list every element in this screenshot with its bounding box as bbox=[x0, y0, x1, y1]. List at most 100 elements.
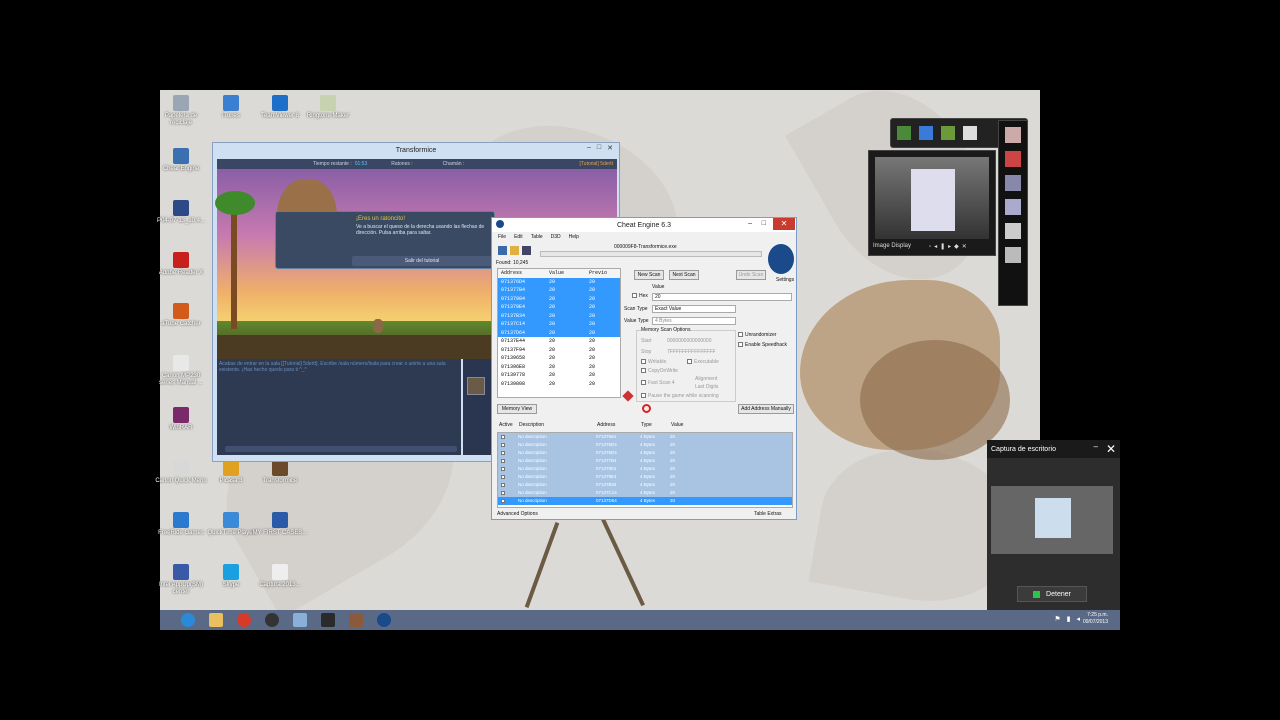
col-value[interactable]: Value bbox=[549, 269, 589, 278]
taskbar-transformice[interactable] bbox=[342, 610, 370, 630]
lastdigits-radio[interactable]: Last Digits bbox=[695, 384, 718, 390]
address-row[interactable]: No description 07137C14 4 Bytes 20 bbox=[498, 489, 792, 497]
scan-type-select[interactable]: Exact Value bbox=[652, 305, 736, 313]
ce-logo[interactable] bbox=[768, 244, 794, 274]
flag-icon[interactable]: ⚑ bbox=[1054, 615, 1060, 623]
active-checkbox[interactable] bbox=[498, 481, 518, 489]
active-checkbox[interactable] bbox=[498, 465, 518, 473]
desktop-icon[interactable]: FreeRide Games bbox=[153, 512, 209, 537]
taskbar-app[interactable] bbox=[286, 610, 314, 630]
address-row[interactable]: No description 07137D64 4 Bytes 20 bbox=[498, 497, 792, 505]
scan-result-row[interactable]: 07137E44 20 20 bbox=[498, 337, 620, 346]
gadget-icon[interactable] bbox=[963, 126, 977, 140]
scan-result-row[interactable]: 07137B34 20 20 bbox=[498, 311, 620, 320]
transformice-titlebar[interactable]: Transformice – □ ✕ bbox=[213, 143, 619, 157]
scan-result-row[interactable]: 071376D4 20 20 bbox=[498, 277, 620, 286]
capture-titlebar[interactable]: Captura de escritorio – ✕ bbox=[987, 440, 1120, 458]
desktop-icon[interactable]: MY FIRST CASES... bbox=[252, 512, 308, 537]
gadget-icon[interactable] bbox=[941, 126, 955, 140]
active-checkbox[interactable] bbox=[498, 457, 518, 465]
address-row[interactable]: No description 07137904 4 Bytes 20 bbox=[498, 465, 792, 473]
col-address[interactable]: Address bbox=[501, 269, 549, 278]
minimize-button[interactable]: – bbox=[587, 144, 591, 152]
desktop-capture-window[interactable]: Captura de escritorio – ✕ Detener bbox=[987, 440, 1120, 610]
menu-item[interactable]: Help bbox=[569, 234, 579, 240]
next-scan-button[interactable]: Next Scan bbox=[669, 270, 699, 280]
col-type[interactable]: Type bbox=[641, 421, 671, 430]
active-checkbox[interactable] bbox=[498, 441, 518, 449]
desktop-icon[interactable]: iTunes bbox=[203, 95, 259, 120]
active-checkbox[interactable] bbox=[498, 497, 518, 505]
col-previous[interactable]: Previo bbox=[589, 269, 607, 278]
address-row[interactable]: No description 071376D4 4 Bytes 20 bbox=[498, 449, 792, 457]
executable-checkbox[interactable]: Executable bbox=[687, 359, 719, 365]
stop-input[interactable]: 7FFFFFFFFFFFFFFF bbox=[667, 349, 716, 355]
menu-item[interactable]: File bbox=[498, 234, 506, 240]
active-checkbox[interactable] bbox=[498, 489, 518, 497]
unrandomizer-checkbox[interactable]: Unrandomizer bbox=[738, 332, 776, 338]
scan-result-row[interactable]: 07139808 20 20 bbox=[498, 380, 620, 389]
close-button[interactable]: ✕ bbox=[773, 218, 795, 230]
desktop-icon[interactable]: Captura 2013... bbox=[252, 564, 308, 589]
taskbar-explorer[interactable] bbox=[202, 610, 230, 630]
active-checkbox[interactable] bbox=[498, 473, 518, 481]
writable-checkbox[interactable]: Writable bbox=[641, 359, 666, 365]
gadget-icon[interactable] bbox=[1005, 127, 1021, 143]
exit-tutorial-button[interactable]: Salir del tutorial bbox=[352, 256, 492, 266]
scan-result-row[interactable]: 071379E4 20 20 bbox=[498, 303, 620, 312]
gadget-icon[interactable] bbox=[1005, 247, 1021, 263]
desktop-icon[interactable]: P04-07-13_10.4... bbox=[153, 200, 209, 225]
maximize-button[interactable]: □ bbox=[597, 144, 601, 152]
close-button[interactable]: ✕ bbox=[607, 144, 613, 152]
new-scan-button[interactable]: New Scan bbox=[634, 270, 664, 280]
scan-results-list[interactable]: Address Value Previo 071376D4 20 20 071377B… bbox=[497, 268, 621, 398]
capture-minimize-button[interactable]: – bbox=[1094, 442, 1098, 451]
desktop-icon[interactable]: Adobe Reader X bbox=[153, 252, 209, 277]
scan-result-row[interactable]: 07137D64 20 20 bbox=[498, 328, 620, 337]
col-description[interactable]: Description bbox=[519, 421, 597, 430]
desktop-icon[interactable]: Picasa 3 bbox=[203, 460, 259, 485]
taskbar-app[interactable] bbox=[258, 610, 286, 630]
taskbar-cheat-engine[interactable] bbox=[370, 610, 398, 630]
address-list[interactable]: No description 07137664 4 Bytes 20 No descri… bbox=[497, 432, 793, 508]
scan-result-row[interactable]: 071396E8 20 20 bbox=[498, 363, 620, 372]
save-icon[interactable] bbox=[522, 246, 531, 255]
table-extras-link[interactable]: Table Extras bbox=[754, 511, 782, 517]
scan-result-row[interactable]: 07139658 20 20 bbox=[498, 354, 620, 363]
scan-result-row[interactable]: 071377B4 20 20 bbox=[498, 286, 620, 295]
undo-scan-button[interactable]: Undo Scan bbox=[736, 270, 766, 280]
settings-link[interactable]: Settings bbox=[776, 277, 794, 283]
desktop-icon[interactable]: Intel AppUp(SM) center bbox=[153, 564, 209, 596]
value-type-select[interactable]: 4 Bytes bbox=[652, 317, 736, 325]
speedhack-checkbox[interactable]: Enable Speedhack bbox=[738, 342, 787, 348]
minimize-button[interactable]: – bbox=[748, 220, 752, 227]
taskbar-chrome[interactable] bbox=[230, 610, 258, 630]
scan-result-row[interactable]: 07137C14 20 20 bbox=[498, 320, 620, 329]
desktop-icon[interactable]: QuickTime Player bbox=[203, 512, 259, 537]
volume-icon[interactable]: ◂ bbox=[1076, 615, 1080, 623]
start-input[interactable]: 0000000000000000 bbox=[667, 338, 712, 344]
fastscan-checkbox[interactable]: Fast Scan 4 bbox=[641, 380, 675, 386]
desktop-icon[interactable]: Canon MP230 series Manual ... bbox=[153, 355, 209, 387]
desktop-icon[interactable]: Skype bbox=[203, 564, 259, 589]
desktop-icon[interactable]: Ringtone Maker bbox=[300, 95, 356, 120]
chat-input[interactable] bbox=[225, 446, 457, 452]
scan-result-row[interactable]: 07137F94 20 20 bbox=[498, 346, 620, 355]
open-file-icon[interactable] bbox=[510, 246, 519, 255]
gadget-icon[interactable] bbox=[1005, 151, 1021, 167]
active-checkbox[interactable] bbox=[498, 433, 518, 441]
copyonwrite-checkbox[interactable]: CopyOnWrite bbox=[641, 368, 678, 374]
pointer-scan-icon[interactable] bbox=[622, 390, 634, 402]
cheat-engine-window[interactable]: Cheat Engine 6.3 – □ ✕ File Edit Table D3D H… bbox=[491, 217, 797, 520]
pause-game-checkbox[interactable]: Pause the game while scanning bbox=[641, 393, 719, 399]
alignment-radio[interactable]: Alignment bbox=[695, 376, 717, 382]
col-value[interactable]: Value bbox=[671, 421, 683, 430]
image-display-controls[interactable]: ▫◂❚▸◆✕ bbox=[929, 243, 970, 250]
cheat-engine-titlebar[interactable]: Cheat Engine 6.3 – □ ✕ bbox=[492, 218, 796, 232]
stop-button[interactable]: Detener bbox=[1017, 586, 1087, 602]
gadget-sidebar[interactable] bbox=[998, 120, 1028, 306]
gadget-icon[interactable] bbox=[897, 126, 911, 140]
desktop-icon[interactable]: Transformice bbox=[252, 460, 308, 485]
desktop-icon[interactable]: Papelera de reciclaje bbox=[153, 95, 209, 127]
advanced-options-link[interactable]: Advanced Options bbox=[497, 511, 538, 517]
